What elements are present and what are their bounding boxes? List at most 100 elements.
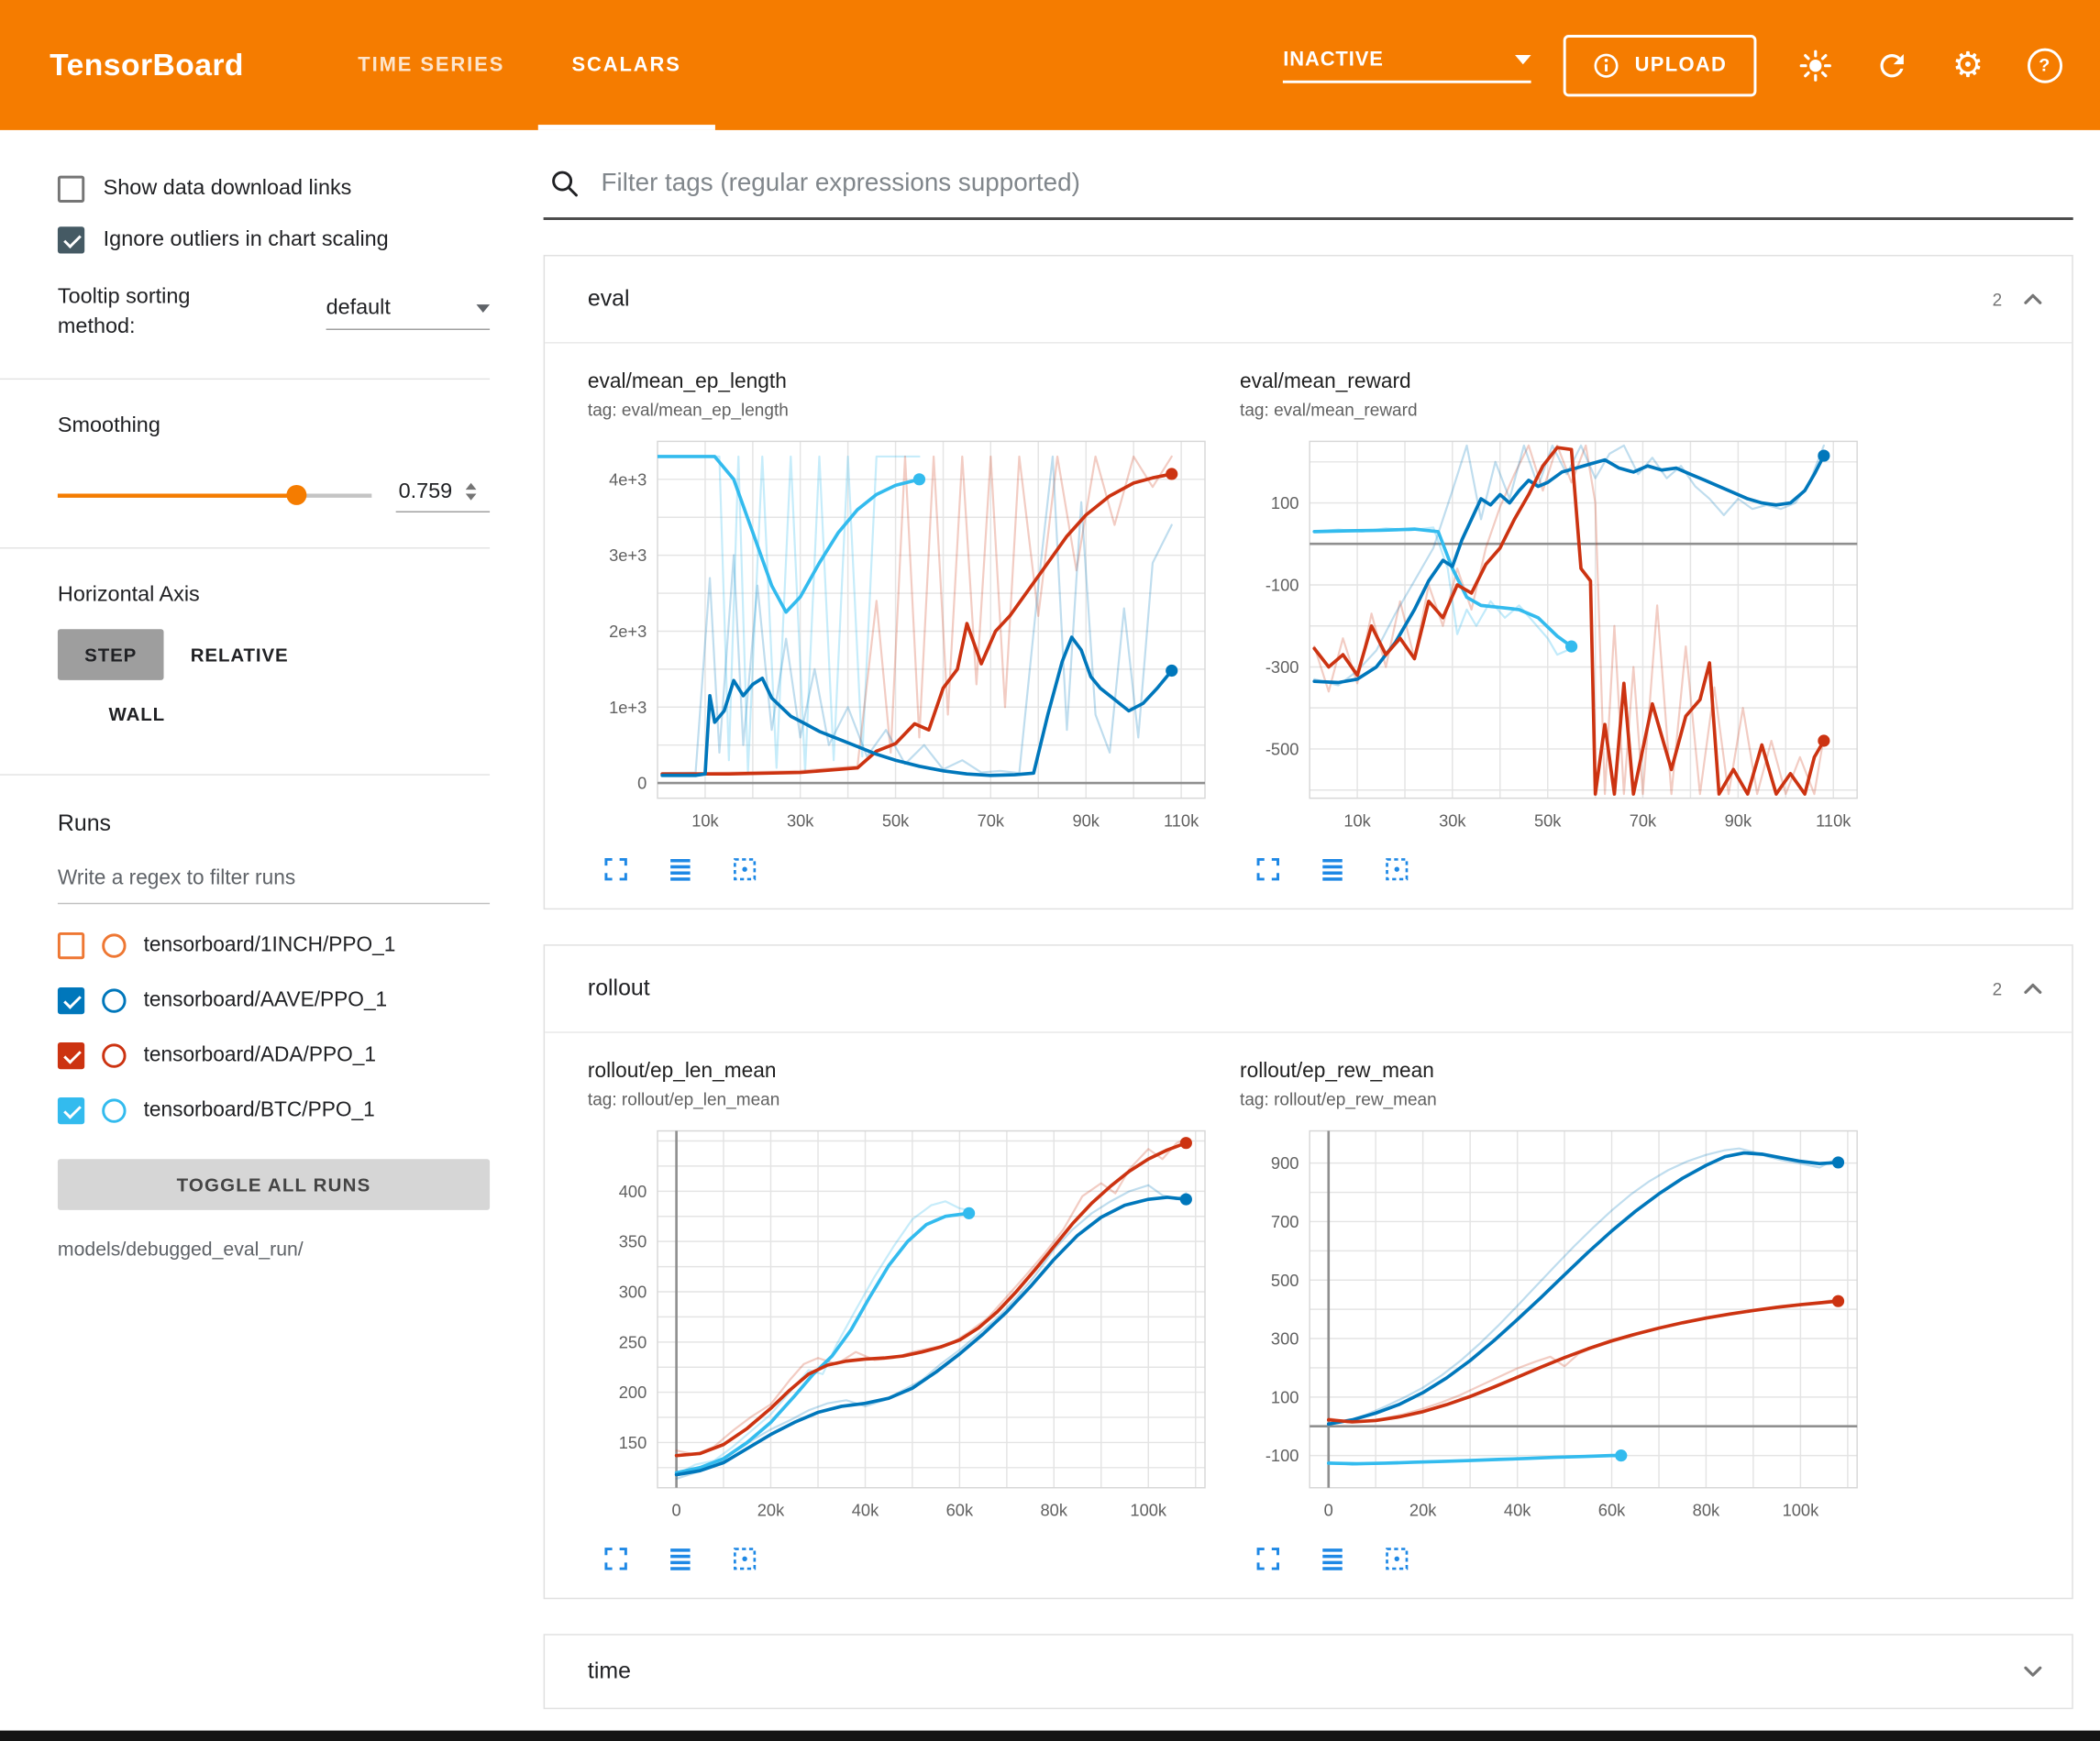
fit-domain-icon[interactable] xyxy=(1382,1544,1411,1573)
horizontal-axis-label: Horizontal Axis xyxy=(58,583,490,607)
axis-button-wall[interactable]: WALL xyxy=(82,688,192,739)
svg-text:90k: 90k xyxy=(1072,810,1100,830)
axis-button-step[interactable]: STEP xyxy=(58,629,164,680)
tab-time-series[interactable]: TIME SERIES xyxy=(325,0,538,130)
help-icon[interactable]: ? xyxy=(2027,47,2063,83)
run-checkbox[interactable] xyxy=(58,1097,84,1124)
chart-tag: tag: eval/mean_reward xyxy=(1240,400,1884,420)
fullscreen-icon[interactable] xyxy=(602,1544,631,1573)
collapse-icon[interactable] xyxy=(2016,281,2050,316)
slider-fill xyxy=(58,494,296,498)
svg-text:50k: 50k xyxy=(1534,810,1562,830)
chevron-down-icon xyxy=(476,304,490,313)
chart-title: rollout/ep_rew_mean xyxy=(1240,1060,1884,1084)
run-label: tensorboard/BTC/PPO_1 xyxy=(144,1098,375,1122)
slider-thumb[interactable] xyxy=(286,485,306,505)
svg-text:200: 200 xyxy=(619,1383,647,1402)
status-dropdown[interactable]: INACTIVE xyxy=(1283,48,1531,83)
svg-text:0: 0 xyxy=(1324,1500,1333,1519)
svg-text:2e+3: 2e+3 xyxy=(609,622,647,641)
chart-canvas[interactable]: 020k40k60k80k100k150200250300350400 xyxy=(588,1118,1219,1534)
section-rollout-header[interactable]: rollout 2 xyxy=(545,946,2072,1033)
stepper-arrows[interactable] xyxy=(466,483,477,501)
run-item[interactable]: tensorboard/BTC/PPO_1 xyxy=(58,1097,490,1124)
data-table-icon[interactable] xyxy=(666,1544,695,1573)
run-item[interactable]: tensorboard/ADA/PPO_1 xyxy=(58,1042,490,1069)
divider xyxy=(0,378,490,379)
run-checkbox[interactable] xyxy=(58,987,84,1014)
upload-button[interactable]: UPLOAD xyxy=(1564,34,1756,95)
chart-canvas[interactable]: 020k40k60k80k100k-100100300500700900 xyxy=(1240,1118,1871,1534)
chevron-down-icon xyxy=(1515,54,1531,63)
section-time: time xyxy=(544,1634,2073,1709)
run-checkbox[interactable] xyxy=(58,932,84,959)
main-tabs: TIME SERIES SCALARS xyxy=(325,0,715,130)
runs-base-path: models/debugged_eval_run/ xyxy=(58,1240,490,1261)
stepper-up-icon[interactable] xyxy=(466,483,477,490)
header-actions: INACTIVE UPLOAD xyxy=(1283,0,2100,130)
section-time-header[interactable]: time xyxy=(545,1636,2072,1708)
data-table-icon[interactable] xyxy=(666,854,695,884)
section-title: rollout xyxy=(588,975,1993,1002)
screen-bottom-edge xyxy=(0,1731,2100,1741)
checkbox-ignore-outliers[interactable] xyxy=(58,226,84,253)
fit-domain-icon[interactable] xyxy=(730,854,759,884)
fullscreen-icon[interactable] xyxy=(1254,1544,1283,1573)
chart-card: rollout/ep_len_mean tag: rollout/ep_len_… xyxy=(588,1060,1232,1579)
svg-text:250: 250 xyxy=(619,1332,647,1351)
svg-text:-300: -300 xyxy=(1266,657,1299,677)
run-filter-input[interactable] xyxy=(58,866,490,904)
tooltip-sorting-select[interactable]: default xyxy=(326,296,491,330)
smoothing-value-field xyxy=(396,479,490,512)
run-color-indicator xyxy=(102,1043,126,1067)
smoothing-value-input[interactable] xyxy=(396,479,463,505)
run-checkbox[interactable] xyxy=(58,1042,84,1069)
svg-text:80k: 80k xyxy=(1693,1500,1720,1519)
svg-text:10k: 10k xyxy=(1343,810,1371,830)
smoothing-slider[interactable] xyxy=(58,494,371,498)
fullscreen-icon[interactable] xyxy=(602,854,631,884)
tab-scalars[interactable]: SCALARS xyxy=(538,0,715,130)
svg-text:100: 100 xyxy=(1271,1387,1299,1406)
svg-text:500: 500 xyxy=(1271,1271,1299,1290)
run-label: tensorboard/ADA/PPO_1 xyxy=(144,1043,376,1067)
settings-icon[interactable]: ⚙ xyxy=(1950,47,1986,83)
refresh-icon[interactable] xyxy=(1873,47,1910,83)
fit-domain-icon[interactable] xyxy=(1382,854,1411,884)
axis-button-relative[interactable]: RELATIVE xyxy=(163,629,315,680)
data-table-icon[interactable] xyxy=(1318,854,1347,884)
search-icon xyxy=(548,168,580,200)
svg-text:70k: 70k xyxy=(1630,810,1657,830)
stepper-down-icon[interactable] xyxy=(466,494,477,501)
svg-text:350: 350 xyxy=(619,1232,647,1251)
data-table-icon[interactable] xyxy=(1318,1544,1347,1573)
section-count: 2 xyxy=(1993,978,2003,998)
section-count: 2 xyxy=(1993,289,2003,309)
tag-filter-bar xyxy=(544,168,2073,220)
svg-text:-500: -500 xyxy=(1266,740,1299,759)
expand-icon[interactable] xyxy=(2016,1654,2050,1689)
fit-domain-icon[interactable] xyxy=(730,1544,759,1573)
chart-tag: tag: rollout/ep_len_mean xyxy=(588,1089,1232,1109)
dashboard-content: eval 2 eval/mean_ep_length tag: eval/mea… xyxy=(524,130,2100,1741)
brightness-icon[interactable] xyxy=(1796,47,1833,83)
svg-text:3e+3: 3e+3 xyxy=(609,545,647,565)
run-color-indicator xyxy=(102,988,126,1012)
svg-text:0: 0 xyxy=(672,1500,681,1519)
info-icon xyxy=(1593,51,1619,78)
collapse-icon[interactable] xyxy=(2016,971,2050,1006)
chart-canvas[interactable]: 10k30k50k70k90k110k01e+32e+33e+34e+3 xyxy=(588,428,1219,844)
svg-text:10k: 10k xyxy=(691,810,719,830)
chart-tag: tag: eval/mean_ep_length xyxy=(588,400,1232,420)
run-item[interactable]: tensorboard/AAVE/PPO_1 xyxy=(58,987,490,1014)
filter-tags-input[interactable] xyxy=(599,168,2073,200)
fullscreen-icon[interactable] xyxy=(1254,854,1283,884)
svg-text:20k: 20k xyxy=(757,1500,785,1519)
toggle-all-runs-button[interactable]: TOGGLE ALL RUNS xyxy=(58,1159,490,1210)
section-eval-header[interactable]: eval 2 xyxy=(545,256,2072,343)
chart-canvas[interactable]: 10k30k50k70k90k110k100-100-300-500 xyxy=(1240,428,1871,844)
run-item[interactable]: tensorboard/1INCH/PPO_1 xyxy=(58,932,490,959)
chart-tag: tag: rollout/ep_rew_mean xyxy=(1240,1089,1884,1109)
svg-text:110k: 110k xyxy=(1164,810,1199,830)
checkbox-show-download-links[interactable] xyxy=(58,176,84,203)
